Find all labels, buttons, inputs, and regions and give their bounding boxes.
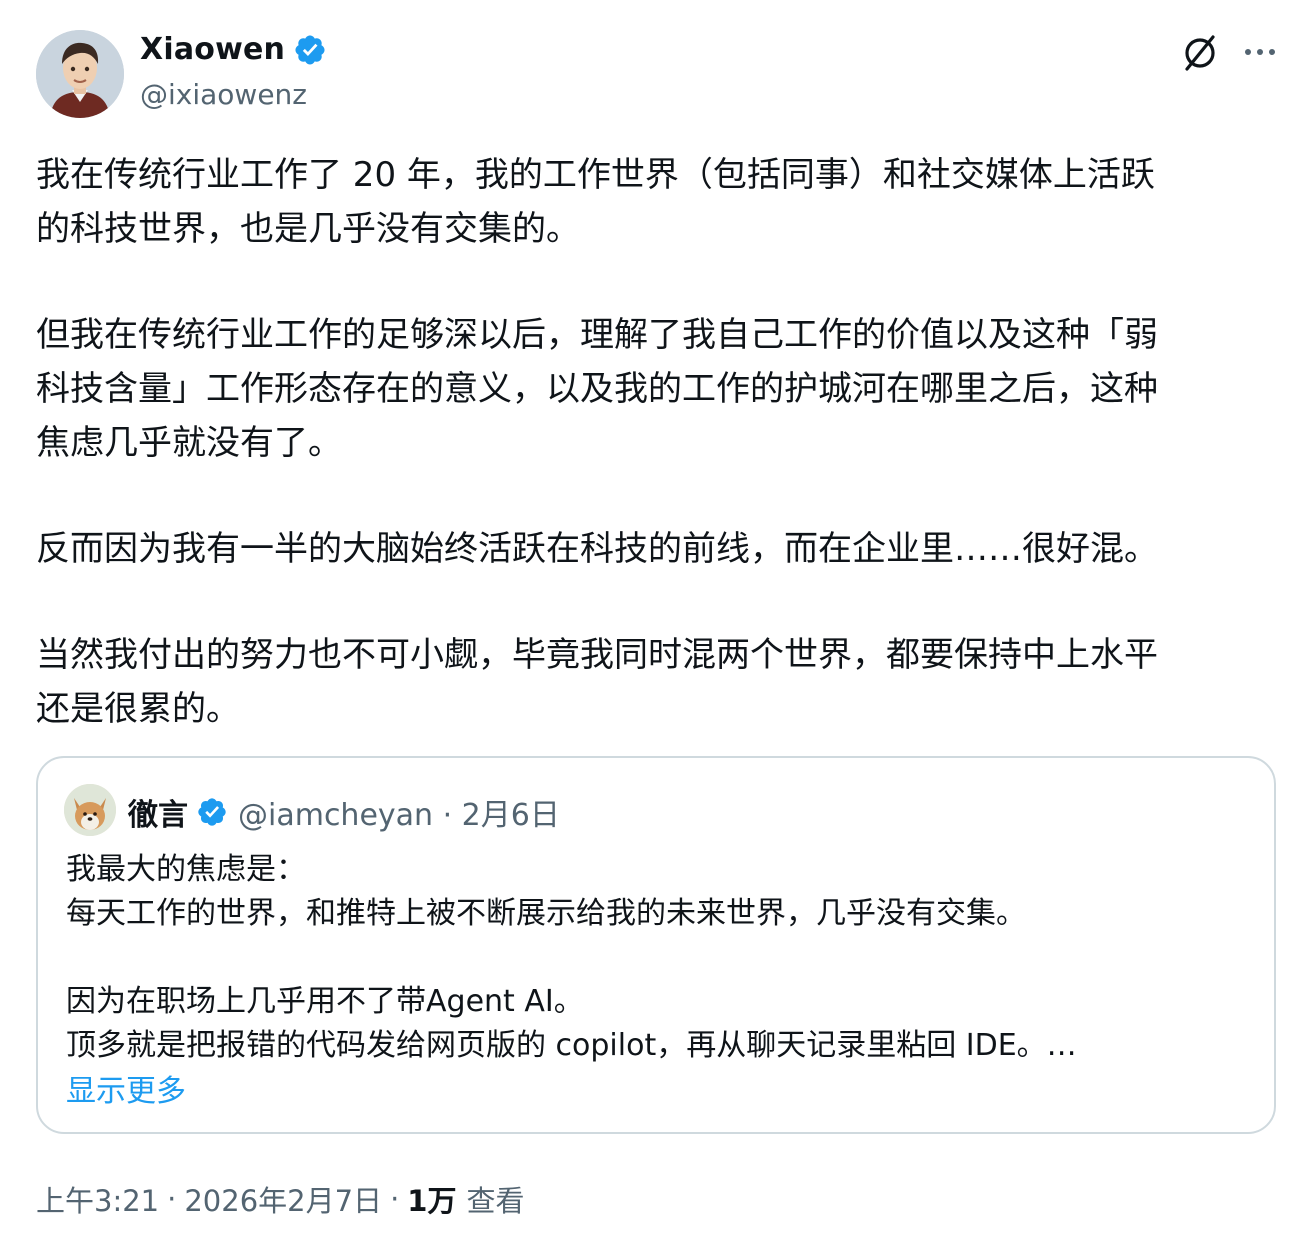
show-more-link[interactable]: 显示更多 [66, 1066, 186, 1110]
separator: · [167, 1182, 177, 1216]
quoted-tweet-text: 我最大的焦虑是： 每天工作的世界，和推特上被不断展示给我的未来世界，几乎没有交集… [66, 852, 1077, 1063]
tweet-time[interactable]: 上午3:21 [36, 1178, 159, 1220]
tweet-footer: 上午3:21 · 2026年2月7日 · 1万 查看 [36, 1178, 524, 1220]
quoted-author-name[interactable]: 徹言 [128, 790, 188, 834]
quoted-meta: @iamcheyan · 2月6日 [238, 798, 560, 833]
tweet-paragraph: 反而因为我有一半的大脑始终活跃在科技的前线，而在企业里……很好混。 [36, 529, 1158, 569]
tweet-paragraph: 我在传统行业工作了 20 年，我的工作世界（包括同事）和社交媒体上活跃 的科技世… [36, 155, 1155, 249]
more-options-button[interactable] [1240, 34, 1280, 70]
verified-badge-icon [295, 34, 325, 65]
quoted-header: 徹言 @iamcheyan · 2月6日 [128, 790, 560, 834]
grok-button[interactable] [1178, 30, 1222, 74]
quoted-author-avatar[interactable] [64, 784, 116, 836]
separator: · [390, 1182, 400, 1216]
tweet-paragraph: 但我在传统行业工作的足够深以后，理解了我自己工作的价值以及这种「弱 科技含量」工… [36, 315, 1158, 463]
cartoon-man-avatar-icon [36, 30, 124, 118]
dog-avatar-icon [64, 784, 116, 836]
verified-badge-icon [198, 798, 226, 826]
author-avatar[interactable] [36, 30, 124, 118]
tweet-text: 我在传统行业工作了 20 年，我的工作世界（包括同事）和社交媒体上活跃 的科技世… [36, 148, 1276, 788]
tweet-date[interactable]: 2026年2月7日 [184, 1178, 382, 1220]
author-name-row[interactable]: Xiaowen [140, 32, 327, 67]
tweet-paragraph: 当然我付出的努力也不可小觑，毕竟我同时混两个世界，都要保持中上水平 还是很累的。 [36, 635, 1158, 729]
author-handle[interactable]: @ixiaowenz [140, 78, 307, 111]
views-count[interactable]: 1万 [407, 1178, 456, 1220]
quoted-tweet-card[interactable]: 徹言 @iamcheyan · 2月6日 我最大的焦虑是： 每天工作的世界，和推… [36, 756, 1276, 1134]
more-dots-icon [1245, 49, 1275, 55]
views-label[interactable]: 查看 [466, 1178, 524, 1220]
slashed-circle-icon [1185, 35, 1215, 71]
author-name[interactable]: Xiaowen [140, 32, 285, 67]
